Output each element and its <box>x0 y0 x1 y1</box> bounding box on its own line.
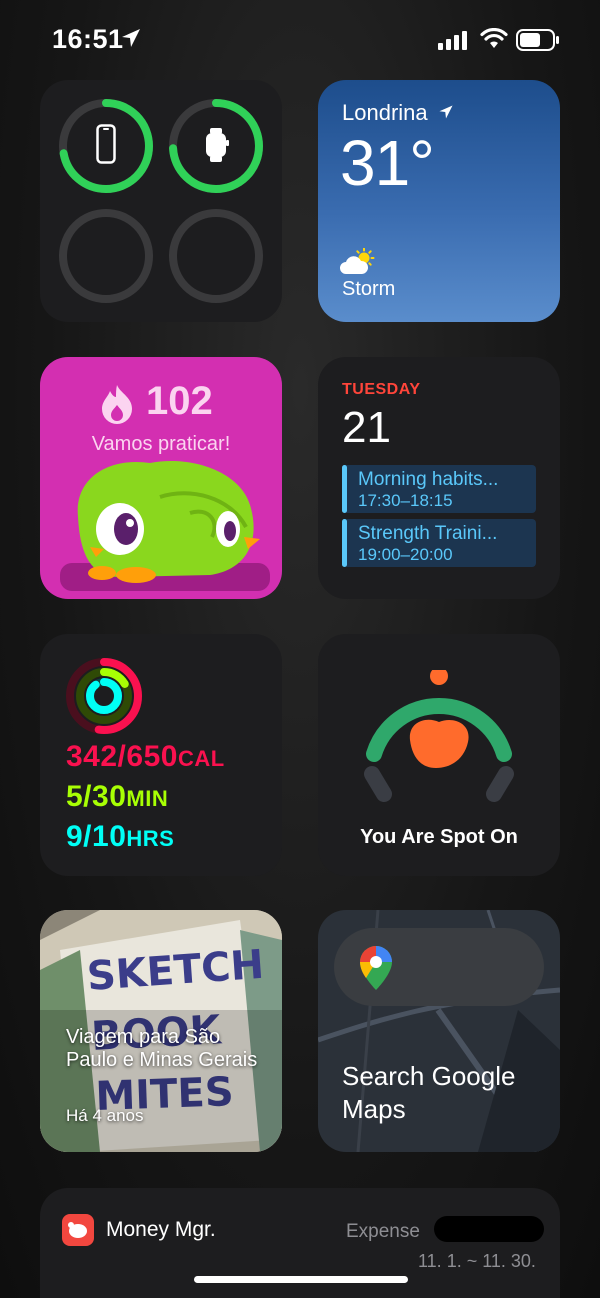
google-maps-widget[interactable]: Search Google Maps <box>318 910 560 1152</box>
empty-battery-slot <box>169 209 263 303</box>
weather-widget[interactable]: Londrina 31° Storm <box>318 80 560 322</box>
iphone-icon <box>96 124 116 164</box>
empty-battery-slot <box>59 209 153 303</box>
exercise-stat: 5/30MIN <box>66 780 169 813</box>
calendar-event[interactable]: Strength Traini... 19:00–20:00 <box>342 519 536 567</box>
event-time: 19:00–20:00 <box>358 545 453 564</box>
expense-label: Expense <box>346 1221 420 1242</box>
event-title: Morning habits... <box>358 469 499 490</box>
partly-cloudy-sun-icon <box>340 248 375 274</box>
event-title: Strength Traini... <box>358 523 498 544</box>
duolingo-message: Vamos praticar! <box>91 433 231 455</box>
sleep-gauge <box>364 670 514 802</box>
weather-condition: Storm <box>342 278 396 300</box>
money-manager-app-icon <box>62 1214 94 1246</box>
duolingo-widget[interactable]: 102 Vamos praticar! <box>40 357 282 599</box>
streak-count: 102 <box>146 379 213 423</box>
streak-flame-icon <box>102 385 132 424</box>
event-color-bar <box>342 465 347 513</box>
clock: 16:51 <box>52 24 124 54</box>
wifi-icon <box>480 28 508 48</box>
event-color-bar <box>342 519 347 567</box>
stand-stat: 9/10HRS <box>66 820 175 853</box>
weather-city: Londrina <box>342 100 454 126</box>
piggy-bank-icon <box>68 1222 87 1238</box>
battery-icon <box>516 29 559 51</box>
location-arrow-icon <box>439 105 453 119</box>
maps-search-label: Search Google Maps <box>342 1061 516 1124</box>
duo-owl-mascot <box>60 460 270 591</box>
calendar-weekday: TUESDAY <box>342 381 421 398</box>
sleep-widget[interactable]: You Are Spot On <box>318 634 560 876</box>
cellular-signal-icon <box>438 31 467 50</box>
activity-rings-icon <box>66 658 142 734</box>
google-maps-pin-icon <box>360 946 392 990</box>
date-range: 11. 1. ~ 11. 30. <box>418 1251 536 1271</box>
memory-title: Viagem para São Paulo e Minas Gerais <box>66 1026 258 1071</box>
photos-widget[interactable]: SKETCH BOOK MITES Viagem para São Paulo … <box>40 910 282 1152</box>
status-bar: 16:51 <box>0 0 600 80</box>
batteries-widget[interactable] <box>40 80 282 322</box>
apple-watch-icon <box>206 128 229 162</box>
home-indicator[interactable] <box>194 1276 408 1283</box>
calendar-widget[interactable]: TUESDAY 21 Morning habits... 17:30–18:15… <box>318 357 560 599</box>
maps-search-bar[interactable] <box>334 928 544 1006</box>
activity-widget[interactable]: 342/650CAL 5/30MIN 9/10HRS <box>40 634 282 876</box>
sleep-status: You Are Spot On <box>360 826 518 848</box>
memory-age: Há 4 anos <box>66 1106 144 1125</box>
location-arrow-icon <box>122 29 140 47</box>
weather-temperature: 31° <box>340 127 435 199</box>
event-time: 17:30–18:15 <box>358 491 453 510</box>
calendar-event[interactable]: Morning habits... 17:30–18:15 <box>342 465 536 513</box>
money-manager-title: Money Mgr. <box>106 1218 216 1241</box>
redacted-amount <box>434 1216 544 1242</box>
move-stat: 342/650CAL <box>66 740 225 773</box>
calendar-date: 21 <box>342 403 391 452</box>
